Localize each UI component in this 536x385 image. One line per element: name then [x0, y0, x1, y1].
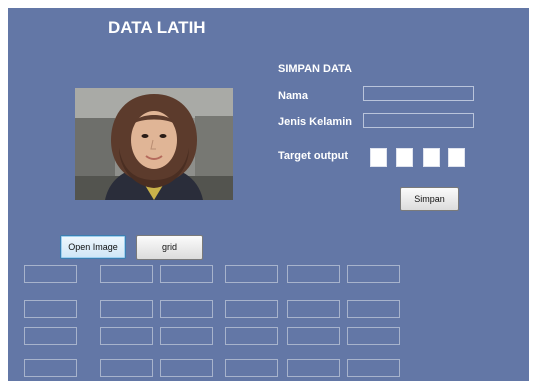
nama-label: Nama — [278, 90, 308, 102]
grid-cell-r4-c2[interactable] — [100, 359, 153, 377]
grid-cell-r1-c1[interactable] — [24, 265, 77, 283]
grid-cell-r4-c4[interactable] — [225, 359, 278, 377]
app-window: DATA LATIH SIMPAN DATA Nama Jenis Kelami… — [8, 8, 529, 381]
target-output-label: Target output — [278, 150, 349, 162]
grid-cell-r1-c3[interactable] — [160, 265, 213, 283]
target-output-field-3[interactable] — [423, 148, 440, 167]
window-title: DATA LATIH — [108, 18, 206, 37]
grid-cell-r3-c2[interactable] — [100, 327, 153, 345]
grid-button[interactable]: grid — [136, 235, 203, 260]
jenis-kelamin-label: Jenis Kelamin — [278, 116, 352, 128]
jenis-kelamin-input[interactable] — [363, 113, 474, 128]
grid-cell-r3-c3[interactable] — [160, 327, 213, 345]
grid-cell-r2-c3[interactable] — [160, 300, 213, 318]
grid-cell-r1-c2[interactable] — [100, 265, 153, 283]
grid-cell-r4-c3[interactable] — [160, 359, 213, 377]
open-image-button[interactable]: Open Image — [60, 235, 126, 259]
nama-input[interactable] — [363, 86, 474, 101]
target-output-field-2[interactable] — [396, 148, 413, 167]
grid-cell-r3-c1[interactable] — [24, 327, 77, 345]
grid-cell-r1-c4[interactable] — [225, 265, 278, 283]
grid-cell-r4-c1[interactable] — [24, 359, 77, 377]
portrait-photo — [75, 88, 233, 200]
grid-cell-r2-c4[interactable] — [225, 300, 278, 318]
grid-cell-r4-c5[interactable] — [287, 359, 340, 377]
grid-cell-r4-c6[interactable] — [347, 359, 400, 377]
image-preview — [75, 88, 233, 200]
target-output-field-4[interactable] — [448, 148, 465, 167]
target-output-field-1[interactable] — [370, 148, 387, 167]
grid-cell-r2-c6[interactable] — [347, 300, 400, 318]
grid-cell-r1-c5[interactable] — [287, 265, 340, 283]
grid-cell-r3-c6[interactable] — [347, 327, 400, 345]
section-title: SIMPAN DATA — [278, 63, 352, 75]
grid-cell-r2-c1[interactable] — [24, 300, 77, 318]
grid-cell-r2-c2[interactable] — [100, 300, 153, 318]
simpan-button[interactable]: Simpan — [400, 187, 459, 211]
grid-cell-r2-c5[interactable] — [287, 300, 340, 318]
grid-cell-r3-c4[interactable] — [225, 327, 278, 345]
grid-cell-r1-c6[interactable] — [347, 265, 400, 283]
grid-cell-r3-c5[interactable] — [287, 327, 340, 345]
